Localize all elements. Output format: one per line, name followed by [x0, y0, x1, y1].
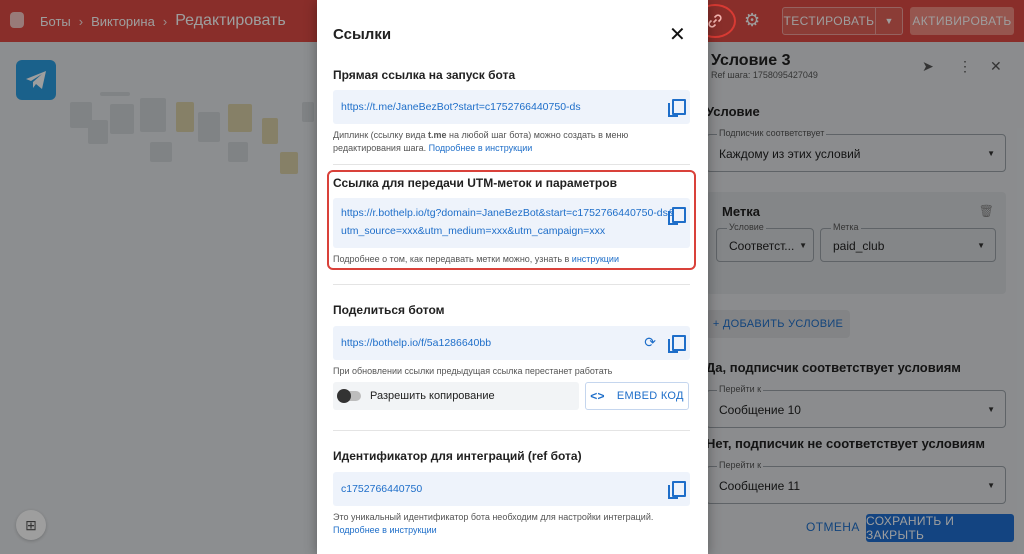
- utm-highlight: [327, 170, 696, 270]
- instructions-link[interactable]: Подробнее в инструкции: [333, 525, 437, 535]
- hint-bold: t.me: [428, 130, 447, 140]
- hint-text: Это уникальный идентификатор бота необхо…: [333, 512, 654, 522]
- share-title: Поделиться ботом: [333, 303, 445, 317]
- direct-link-url[interactable]: https://t.me/JaneBezBot?start=c175276644…: [341, 97, 581, 117]
- divider: [333, 430, 690, 431]
- direct-link-title: Прямая ссылка на запуск бота: [333, 68, 516, 82]
- integration-hint: Это уникальный идентификатор бота необхо…: [333, 511, 693, 537]
- embed-code-label: EMBED КОД: [616, 390, 684, 402]
- link-icon: [708, 14, 722, 28]
- share-link-url[interactable]: https://bothelp.io/f/5a1286640bb: [341, 333, 491, 353]
- allow-copy-row: Разрешить копирование: [333, 382, 579, 410]
- direct-link-box: https://t.me/JaneBezBot?start=c175276644…: [333, 90, 690, 124]
- integration-ref[interactable]: c1752766440750: [341, 479, 422, 499]
- modal-title: Ссылки: [333, 26, 392, 43]
- close-icon[interactable]: ✕: [669, 22, 686, 47]
- integration-title: Идентификатор для интеграций (ref бота): [333, 449, 582, 463]
- embed-code-button[interactable]: <> EMBED КОД: [585, 382, 689, 410]
- copy-icon[interactable]: [668, 335, 686, 353]
- allow-copy-toggle[interactable]: [337, 389, 361, 403]
- instructions-link[interactable]: Подробнее в инструкции: [429, 143, 533, 153]
- direct-link-hint: Диплинк (ссылку вида t.me на любой шаг б…: [333, 129, 693, 155]
- share-hint: При обновлении ссылки предыдущая ссылка …: [333, 366, 613, 376]
- hint-text: Диплинк (ссылку вида: [333, 130, 429, 140]
- divider: [333, 164, 690, 165]
- copy-icon[interactable]: [668, 481, 686, 499]
- code-icon: <>: [590, 389, 605, 403]
- allow-copy-label: Разрешить копирование: [370, 390, 495, 402]
- refresh-icon[interactable]: ⟳: [644, 334, 656, 351]
- divider: [333, 284, 690, 285]
- share-link-box: https://bothelp.io/f/5a1286640bb ⟳: [333, 326, 690, 360]
- links-modal: Ссылки ✕ Прямая ссылка на запуск бота ht…: [317, 0, 708, 554]
- copy-icon[interactable]: [668, 99, 686, 117]
- integration-box: c1752766440750: [333, 472, 690, 506]
